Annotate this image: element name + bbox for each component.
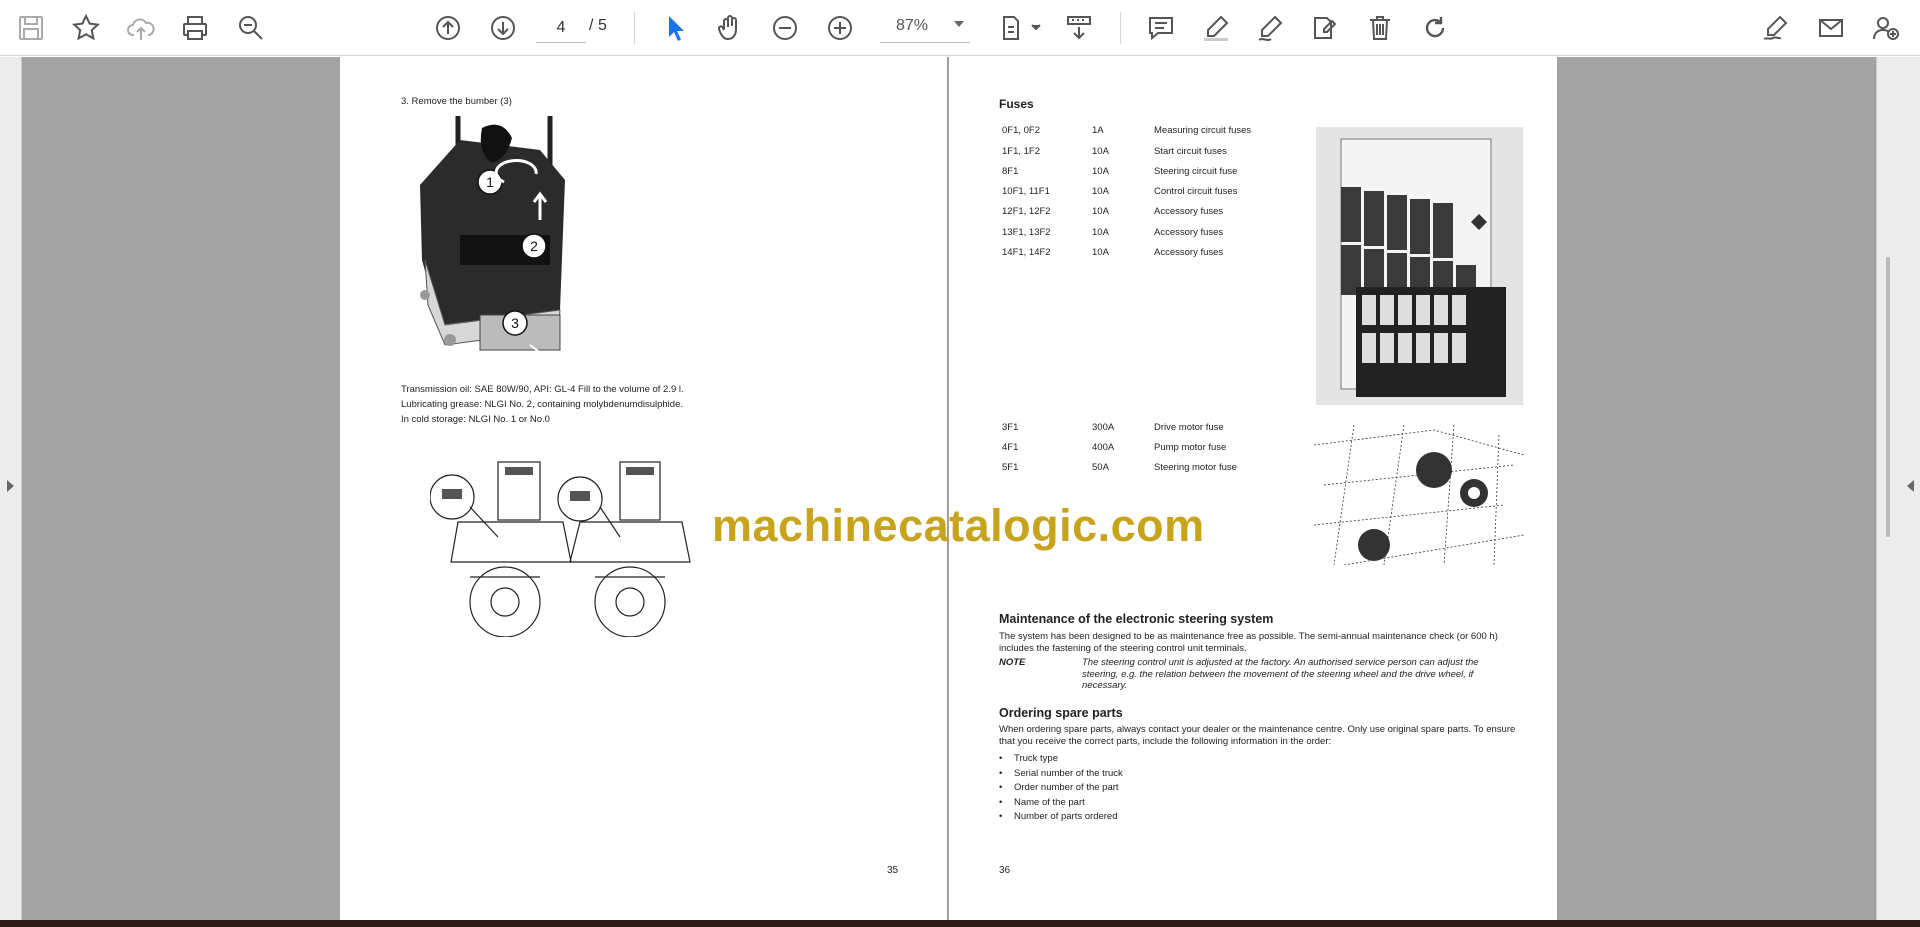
list-item: Order number of the part	[999, 782, 1123, 797]
cloud-upload-icon[interactable]	[121, 8, 161, 48]
save-icon[interactable]	[11, 8, 51, 48]
chevron-down-icon	[954, 21, 964, 27]
forklift-bumper-figure: 1 2 3	[420, 116, 565, 363]
step-text: 3. Remove the bumber (3)	[401, 96, 512, 107]
right-panel	[1876, 57, 1920, 920]
expand-right-panel-icon[interactable]	[1907, 480, 1914, 492]
fuse-box-figure	[1316, 127, 1523, 405]
spare-parts-list: Truck type Serial number of the truck Or…	[999, 753, 1123, 826]
add-user-icon[interactable]	[1866, 8, 1906, 48]
next-page-icon[interactable]	[483, 8, 523, 48]
spare-parts-text: When ordering spare parts, always contac…	[999, 724, 1516, 747]
note-text: The steering control unit is adjusted at…	[1082, 657, 1479, 691]
bookmark-star-icon[interactable]	[66, 8, 106, 48]
note-label: NOTE	[999, 657, 1026, 668]
select-cursor-icon[interactable]	[655, 8, 695, 48]
draw-pen-icon[interactable]	[1250, 8, 1290, 48]
email-icon[interactable]	[1811, 8, 1851, 48]
list-item: Truck type	[999, 753, 1123, 768]
scroll-mode-icon[interactable]	[1059, 8, 1099, 48]
left-panel	[0, 57, 22, 920]
maintenance-heading: Maintenance of the electronic steering s…	[999, 612, 1274, 626]
toolbar-divider	[634, 12, 635, 44]
page-number-36: 36	[999, 865, 1011, 876]
document-viewer[interactable]: 3. Remove the bumber (3) 1 2 3 Transmiss…	[0, 57, 1920, 920]
zoom-in-icon[interactable]	[820, 8, 860, 48]
callout-1: 1	[486, 174, 494, 190]
page-total: 5	[598, 17, 607, 34]
expand-left-panel-icon[interactable]	[7, 480, 14, 492]
spare-parts-heading: Ordering spare parts	[999, 706, 1123, 720]
page-separator: /	[589, 17, 594, 34]
list-item: Serial number of the truck	[999, 768, 1123, 783]
toolbar: / 5 87%	[0, 0, 1920, 56]
callout-3: 3	[511, 315, 519, 331]
delete-trash-icon[interactable]	[1360, 8, 1400, 48]
motor-fuse-figure	[1314, 425, 1524, 565]
sign-pen-icon[interactable]	[1756, 8, 1796, 48]
zoom-out-icon[interactable]	[765, 8, 805, 48]
redo-icon[interactable]	[1415, 8, 1455, 48]
comment-icon[interactable]	[1141, 8, 1181, 48]
taskbar-strip	[0, 920, 1920, 927]
maintenance-text: The system has been designed to be as ma…	[999, 631, 1498, 654]
toolbar-divider	[1120, 12, 1121, 44]
page-36: Fuses 0F1, 0F2 1A Measuring circuit fuses …	[949, 57, 1557, 920]
oil-line-1: Transmission oil: SAE 80W/90, API: GL-4 …	[401, 384, 684, 395]
callout-2: 2	[530, 238, 538, 254]
highlight-pen-icon[interactable]	[1196, 8, 1236, 48]
page-35: 3. Remove the bumber (3) 1 2 3 Transmiss…	[340, 57, 948, 920]
gearbox-figure	[430, 461, 691, 637]
list-item: Number of parts ordered	[999, 811, 1123, 826]
page-number-input[interactable]	[536, 13, 586, 43]
zoom-search-icon[interactable]	[231, 8, 271, 48]
oil-line-2: Lubricating grease: NLGI No. 2, containi…	[401, 399, 683, 410]
fuses-heading: Fuses	[999, 97, 1034, 111]
previous-page-icon[interactable]	[428, 8, 468, 48]
print-icon[interactable]	[175, 8, 215, 48]
hand-tool-icon[interactable]	[710, 8, 750, 48]
page-fit-icon[interactable]	[994, 8, 1046, 48]
vertical-scrollbar[interactable]	[1886, 257, 1890, 537]
list-item: Name of the part	[999, 797, 1123, 812]
zoom-select[interactable]: 87%	[880, 13, 970, 43]
zoom-value: 87%	[896, 17, 929, 34]
watermark: machinecatalogic.com	[712, 500, 1205, 551]
oil-line-3: In cold storage: NLGI No. 1 or No.0	[401, 414, 550, 425]
stamp-icon[interactable]	[1305, 8, 1345, 48]
page-number-35: 35	[887, 865, 899, 876]
